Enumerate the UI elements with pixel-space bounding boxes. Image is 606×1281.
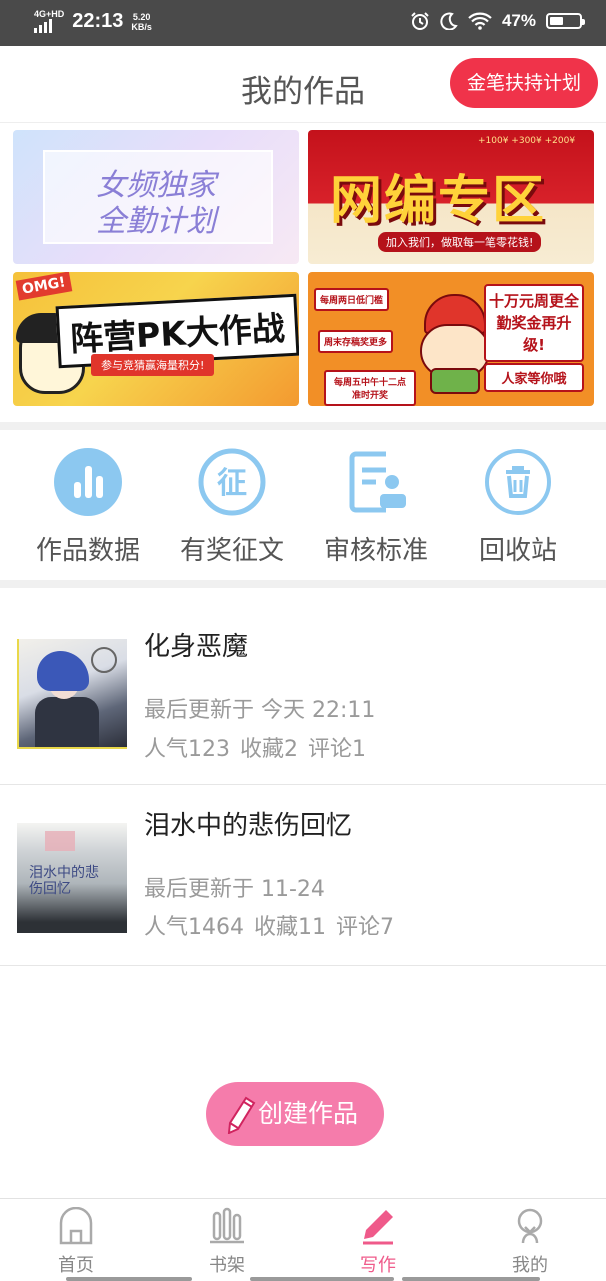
menu-label: 作品数据: [35, 536, 140, 566]
work-comments: 评论1: [308, 737, 366, 762]
create-work-label: 创建作品: [258, 1099, 359, 1128]
work-favorites: 收藏11: [254, 915, 326, 940]
menu-recycle-bin[interactable]: 回收站: [448, 448, 588, 567]
banner-web-novel-subtitle: 加入我们，做取每一笔零花钱!: [378, 232, 542, 252]
work-popularity: 人气123: [144, 737, 230, 762]
section-divider: [0, 580, 606, 588]
work-title: 化身恶魔: [144, 632, 249, 662]
tab-label: 首页: [58, 1255, 94, 1276]
banner-camp-pk-subtitle: 参与竞猜赢海量积分!: [91, 354, 215, 376]
review-document-icon: [349, 451, 406, 513]
menu-label: 回收站: [478, 536, 557, 566]
tab-profile[interactable]: 我的: [480, 1207, 580, 1277]
work-comments: 评论7: [336, 915, 394, 940]
work-stats: 人气1464 收藏11 评论7: [144, 909, 404, 941]
moon-icon: [440, 12, 458, 30]
contest-icon: 征: [198, 448, 266, 516]
menu-label: 有奖征文: [179, 536, 284, 566]
menu-works-data[interactable]: 作品数据: [18, 448, 158, 567]
banner-bonus-headline: 十万元周更全勤奖金再升级!: [484, 284, 584, 362]
menu-contest[interactable]: 征 有奖征文: [162, 448, 302, 567]
work-title: 泪水中的悲伤回忆: [144, 811, 353, 841]
pencil-icon: [227, 1096, 256, 1134]
signal-icon: [34, 19, 52, 33]
bookshelf-icon: [210, 1207, 244, 1244]
work-favorites: 收藏2: [240, 737, 298, 762]
banner-web-novel[interactable]: +100¥ +300¥ +200¥ 网编专区 加入我们，做取每一笔零花钱!: [308, 130, 594, 264]
section-divider: [0, 422, 606, 430]
cover-text: 泪水中的悲伤回忆: [29, 865, 99, 897]
work-popularity: 人气1464: [144, 915, 244, 940]
banner-bonus-tag: 人家等你哦: [484, 363, 584, 392]
work-stats: 人气123 收藏2 评论1: [144, 731, 376, 763]
gesture-bar: [66, 1277, 192, 1281]
tab-writing[interactable]: 写作: [328, 1207, 428, 1277]
gesture-bar: [250, 1277, 394, 1281]
emperor-mascot: [420, 294, 490, 394]
battery-percent: 47%: [501, 11, 536, 30]
banner-camp-pk[interactable]: OMG! 阵营PK大作战 参与竞猜赢海量积分!: [13, 272, 299, 406]
banner-grid: 女频独家 全勤计划 +100¥ +300¥ +200¥ 网编专区 加入我们，做取…: [13, 130, 595, 408]
tab-bookshelf[interactable]: 书架: [177, 1207, 277, 1277]
profile-icon: [517, 1208, 543, 1244]
banner-bonus-note3: 每周五中午十二点准时开奖: [324, 370, 416, 406]
network-speed: 5.20 KB/s: [131, 11, 152, 32]
create-work-button[interactable]: 创建作品: [206, 1082, 384, 1146]
menu-review-standard[interactable]: 审核标准: [306, 448, 446, 567]
tab-label: 书架: [209, 1255, 245, 1276]
wifi-icon: [468, 12, 492, 30]
work-item[interactable]: 化身恶魔 最后更新于 今天 22:11 人气123 收藏2 评论1: [0, 588, 606, 785]
app-header: 我的作品 金笔扶持计划: [0, 46, 606, 123]
work-cover[interactable]: [17, 639, 127, 749]
trash-icon: [485, 449, 551, 515]
battery-icon: [546, 13, 585, 29]
home-icon: [59, 1206, 93, 1245]
works-list: 化身恶魔 最后更新于 今天 22:11 人气123 收藏2 评论1 泪水中的悲伤回忆…: [0, 588, 606, 966]
work-item[interactable]: 泪水中的悲伤回忆 泪水中的悲伤回忆 最后更新于 11-24 人气1464 收藏11…: [0, 785, 606, 966]
status-bar: 4G+HD 22:13 5.20 KB/s 47%: [0, 0, 606, 46]
golden-pen-plan-button[interactable]: 金笔扶持计划: [450, 58, 598, 108]
bar-chart-icon: [54, 448, 122, 516]
tab-label: 我的: [512, 1255, 548, 1276]
banner-female-line2: 全勤计划: [96, 204, 216, 239]
tab-home[interactable]: 首页: [26, 1206, 126, 1277]
banner-money-tags: +100¥ +300¥ +200¥: [478, 136, 576, 146]
bottom-tab-bar: 首页 书架 写作 我的: [0, 1198, 606, 1281]
work-updated: 最后更新于 今天 22:11: [144, 698, 376, 723]
tab-label: 写作: [360, 1255, 396, 1276]
svg-text:征: 征: [217, 466, 247, 501]
work-cover[interactable]: 泪水中的悲伤回忆: [17, 823, 127, 933]
banner-weekly-bonus[interactable]: 每周两日低门槛 周末存稿奖更多 每周五中午十二点准时开奖 十万元周更全勤奖金再升…: [308, 272, 594, 406]
work-updated: 最后更新于 11-24: [144, 877, 325, 902]
menu-label: 审核标准: [323, 536, 428, 566]
banner-omg-badge: OMG!: [15, 272, 73, 301]
quick-menu: 作品数据 征 有奖征文 审核标准 回收站: [0, 430, 606, 580]
banner-female-exclusive[interactable]: 女频独家 全勤计划: [13, 130, 299, 264]
banner-bonus-note1: 每周两日低门槛: [314, 288, 390, 311]
status-time: 22:13: [72, 10, 124, 32]
banner-web-novel-title: 网编专区: [330, 171, 547, 231]
network-type: 4G+HD: [34, 9, 65, 19]
alarm-icon: [411, 12, 429, 30]
banner-bonus-note2: 周末存稿奖更多: [318, 330, 394, 353]
pen-icon: [363, 1210, 393, 1245]
gesture-bar: [402, 1277, 540, 1281]
